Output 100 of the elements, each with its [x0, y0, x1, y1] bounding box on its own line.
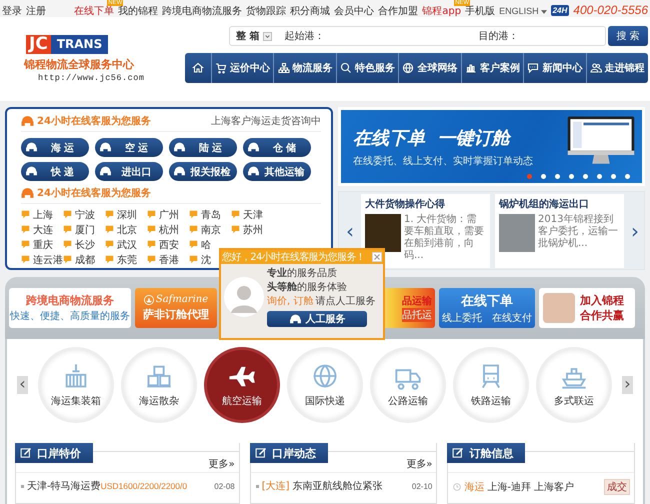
service-tab[interactable]: 公路运输 [373, 350, 443, 420]
service-tab[interactable]: 多式联运 [539, 350, 609, 420]
top-link[interactable]: 锦程app [422, 6, 462, 17]
city-link[interactable]: 深圳 [105, 208, 147, 221]
service-consult-button[interactable]: 其他运输 [243, 162, 311, 181]
carousel-dot[interactable] [527, 174, 532, 179]
booking-item[interactable]: 上海-迪拜 上海客户 [487, 480, 574, 494]
people-icon [590, 62, 602, 74]
city-link[interactable]: 北京 [105, 223, 147, 236]
city-link[interactable]: 重庆 [21, 238, 63, 251]
more-link[interactable]: 更多» [208, 457, 235, 471]
promo-tile[interactable]: 在线下单 线上委托 在线支付 [439, 288, 535, 328]
top-link[interactable]: 在线下单 [74, 6, 114, 17]
banner-title: 在线下单 一键订舱 [353, 126, 512, 150]
origin-port-label: 起始港： [284, 30, 324, 43]
service-consult-button[interactable]: 报关报检 [169, 162, 237, 181]
popup-hint-highlight: 询价, 订舱 [267, 295, 314, 308]
city-link[interactable]: 青岛 [189, 208, 231, 221]
service-consult-button[interactable]: 进出口 [95, 162, 163, 181]
live-agent-button[interactable]: 人工服务 [267, 311, 367, 327]
city-link[interactable]: 成都 [63, 253, 105, 266]
city-link[interactable]: 苏州 [231, 223, 273, 236]
nav-item[interactable]: 走进锦程 [586, 53, 648, 83]
popup-tagline: 专业的服务品质 [267, 267, 337, 280]
city-link[interactable]: 宁波 [63, 208, 105, 221]
service-consult-button[interactable]: 海 运 [21, 138, 89, 157]
carousel-dot[interactable] [555, 174, 560, 179]
carousel-dot[interactable] [569, 174, 574, 179]
news-item[interactable]: 东南亚航线舱位紧张 [292, 479, 383, 493]
next-arrow[interactable]: › [629, 218, 641, 242]
promo-tile[interactable]: 加入锦程 合作共赢 [539, 288, 635, 328]
service-consult-button[interactable]: 快 递 [21, 162, 89, 181]
city-link[interactable]: 东莞 [105, 253, 147, 266]
carousel-dot[interactable] [597, 174, 602, 179]
city-link[interactable]: 连云港 [21, 253, 63, 266]
price-item[interactable]: 天津-特马海运费USD1600/2200/2200/0 [27, 479, 188, 493]
city-link[interactable]: 杭州 [147, 223, 189, 236]
nav-item[interactable]: 运价中心 [211, 53, 274, 83]
search-bar[interactable]: 整 箱 起始港： 目的港： [229, 26, 606, 46]
service-tab[interactable]: 国际快递 [290, 350, 360, 420]
nav-item[interactable]: 客户案例 [460, 53, 524, 83]
city-link[interactable]: 长沙 [63, 238, 105, 251]
status-badge: 成交 [604, 479, 630, 495]
panel-note: 上海客户海运走货咨询中 [211, 114, 321, 128]
top-link[interactable]: 货物跟踪 [246, 6, 286, 17]
city-link[interactable]: 西安 [147, 238, 189, 251]
item-date: 02-10 [412, 482, 432, 490]
top-link[interactable]: 会员中心 [334, 6, 374, 17]
service-consult-button[interactable]: 仓 储 [243, 138, 311, 157]
language-selector[interactable]: ENGLISH [499, 6, 547, 17]
city-link[interactable]: 哈 [189, 238, 231, 251]
city-link[interactable]: 天津 [231, 208, 273, 221]
carousel-dot[interactable] [611, 174, 616, 179]
nav-item[interactable]: 物流服务 [273, 53, 336, 83]
search-button[interactable]: 搜 索 [608, 26, 648, 46]
caret-icon [540, 10, 547, 14]
service-tab[interactable]: 海运散杂 [124, 350, 194, 420]
section-title: 口岸特价 [15, 443, 93, 463]
top-link[interactable]: 积分商城 [290, 6, 330, 17]
city-link[interactable]: 大连 [21, 223, 63, 236]
service-consult-button[interactable]: 空 运 [95, 138, 163, 157]
carousel-dot[interactable] [583, 174, 588, 179]
nav-item[interactable]: 特色服务 [336, 53, 398, 83]
ship-icon [144, 294, 154, 304]
close-icon[interactable] [372, 252, 382, 262]
account-link[interactable]: 登录 [2, 6, 22, 17]
nav-item[interactable]: 新闻中心 [523, 53, 586, 83]
previous-arrow[interactable]: ‹ [344, 218, 356, 242]
promo-tile[interactable]: 跨境电商物流服务 快速、便捷、高质量的服务 [9, 288, 131, 328]
account-link[interactable]: 注册 [26, 6, 46, 17]
carousel-dot[interactable] [625, 174, 630, 179]
service-tab[interactable]: 海运集装箱 [41, 350, 111, 420]
clock-icon [453, 483, 462, 491]
top-link[interactable]: 跨境电商物流服务 [162, 6, 242, 17]
avatar-silhouette [224, 277, 264, 317]
logo-url: http://www.jc56.com [37, 73, 144, 83]
cargo-type-select[interactable]: 整 箱 [236, 29, 272, 43]
top-link[interactable]: 我的锦程 [118, 6, 158, 17]
carousel-dot[interactable] [541, 174, 546, 179]
port-tag: [大连] [262, 479, 290, 493]
service-consult-button[interactable]: 陆 运 [169, 138, 237, 157]
city-link[interactable]: 香港 [147, 253, 189, 266]
city-link[interactable]: 广州 [147, 208, 189, 221]
section-title: 口岸动态 [250, 443, 328, 463]
nav-item[interactable]: 全球网络 [398, 53, 461, 83]
city-link[interactable]: 厦门 [63, 223, 105, 236]
city-link[interactable]: 武汉 [105, 238, 147, 251]
news-card[interactable]: 大件货物操作心得 1. 大件货物：需要车船直取，需要在船到港前，向码... [361, 194, 490, 268]
more-link[interactable]: 更多» [406, 457, 432, 471]
logo-name: 锦程物流全球服务中心 [24, 57, 134, 72]
service-tab[interactable]: 航空运输 [207, 350, 277, 420]
popup-hint: 请点人工服务 [315, 295, 376, 308]
city-link[interactable]: 南京 [189, 223, 231, 236]
top-link[interactable]: 手机版 [465, 6, 496, 17]
news-card[interactable]: 锅炉机组的海运出口 2013年锦程接到客户委托，运输一批锅炉机... [495, 194, 624, 268]
bullet-icon [256, 484, 259, 488]
city-link[interactable]: 上海 [21, 208, 63, 221]
promo-banner[interactable]: 在线下单 一键订舱 在线委托、线上支付、实时掌握订单动态 [338, 107, 645, 186]
service-tab[interactable]: 铁路运输 [456, 350, 526, 420]
top-link[interactable]: 合作加盟 [378, 6, 418, 17]
